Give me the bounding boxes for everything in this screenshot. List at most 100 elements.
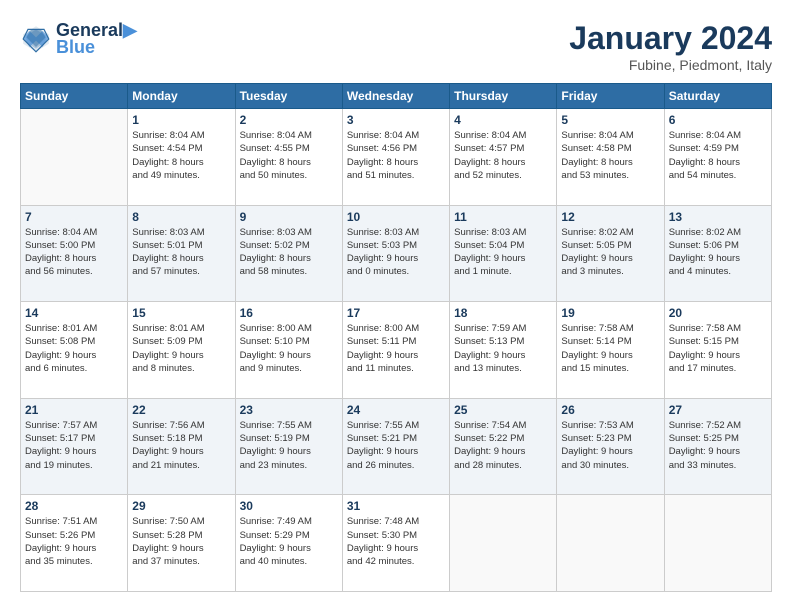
day-number: 19 bbox=[561, 306, 659, 320]
day-number: 6 bbox=[669, 113, 767, 127]
calendar-table: Sunday Monday Tuesday Wednesday Thursday… bbox=[20, 83, 772, 592]
calendar-cell: 12 Sunrise: 8:02 AM Sunset: 5:05 PM Dayli… bbox=[557, 205, 664, 302]
day-info: Sunrise: 8:03 AM Sunset: 5:04 PM Dayligh… bbox=[454, 226, 552, 279]
day-info: Sunrise: 8:03 AM Sunset: 5:01 PM Dayligh… bbox=[132, 226, 230, 279]
calendar-cell bbox=[21, 109, 128, 206]
calendar-cell: 15 Sunrise: 8:01 AM Sunset: 5:09 PM Dayli… bbox=[128, 302, 235, 399]
location: Fubine, Piedmont, Italy bbox=[569, 57, 772, 73]
calendar-cell: 25 Sunrise: 7:54 AM Sunset: 5:22 PM Dayli… bbox=[450, 398, 557, 495]
calendar-cell: 27 Sunrise: 7:52 AM Sunset: 5:25 PM Dayli… bbox=[664, 398, 771, 495]
day-info: Sunrise: 8:04 AM Sunset: 4:56 PM Dayligh… bbox=[347, 129, 445, 182]
calendar-week-row: 21Sunrise: 7:57 AM Sunset: 5:17 PM Dayli… bbox=[21, 398, 772, 495]
day-number: 15 bbox=[132, 306, 230, 320]
day-info: Sunrise: 8:02 AM Sunset: 5:05 PM Dayligh… bbox=[561, 226, 659, 279]
calendar-cell: 5 Sunrise: 8:04 AM Sunset: 4:58 PM Daylig… bbox=[557, 109, 664, 206]
col-tuesday: Tuesday bbox=[235, 84, 342, 109]
day-info: Sunrise: 8:03 AM Sunset: 5:02 PM Dayligh… bbox=[240, 226, 338, 279]
header: General▶ Blue January 2024 Fubine, Piedm… bbox=[20, 20, 772, 73]
day-number: 17 bbox=[347, 306, 445, 320]
calendar-cell: 31 Sunrise: 7:48 AM Sunset: 5:30 PM Dayli… bbox=[342, 495, 449, 592]
calendar-week-row: 28Sunrise: 7:51 AM Sunset: 5:26 PM Dayli… bbox=[21, 495, 772, 592]
day-info: Sunrise: 8:03 AM Sunset: 5:03 PM Dayligh… bbox=[347, 226, 445, 279]
day-number: 5 bbox=[561, 113, 659, 127]
day-number: 9 bbox=[240, 210, 338, 224]
day-number: 12 bbox=[561, 210, 659, 224]
calendar-cell: 3Sunrise: 8:04 AM Sunset: 4:56 PM Daylig… bbox=[342, 109, 449, 206]
day-number: 4 bbox=[454, 113, 552, 127]
day-number: 18 bbox=[454, 306, 552, 320]
day-number: 13 bbox=[669, 210, 767, 224]
calendar-cell: 2 Sunrise: 8:04 AM Sunset: 4:55 PM Daylig… bbox=[235, 109, 342, 206]
day-number: 22 bbox=[132, 403, 230, 417]
logo-icon bbox=[20, 23, 52, 55]
day-number: 7 bbox=[25, 210, 123, 224]
day-info: Sunrise: 8:02 AM Sunset: 5:06 PM Dayligh… bbox=[669, 226, 767, 279]
day-number: 31 bbox=[347, 499, 445, 513]
day-info: Sunrise: 7:49 AM Sunset: 5:29 PM Dayligh… bbox=[240, 515, 338, 568]
calendar-cell: 8 Sunrise: 8:03 AM Sunset: 5:01 PM Daylig… bbox=[128, 205, 235, 302]
calendar-cell: 11 Sunrise: 8:03 AM Sunset: 5:04 PM Dayli… bbox=[450, 205, 557, 302]
day-number: 11 bbox=[454, 210, 552, 224]
day-info: Sunrise: 8:00 AM Sunset: 5:11 PM Dayligh… bbox=[347, 322, 445, 375]
calendar-cell: 22 Sunrise: 7:56 AM Sunset: 5:18 PM Dayli… bbox=[128, 398, 235, 495]
calendar-cell: 26 Sunrise: 7:53 AM Sunset: 5:23 PM Dayli… bbox=[557, 398, 664, 495]
calendar-week-row: 7 Sunrise: 8:04 AM Sunset: 5:00 PM Daylig… bbox=[21, 205, 772, 302]
calendar-week-row: 1Sunrise: 8:04 AM Sunset: 4:54 PM Daylig… bbox=[21, 109, 772, 206]
day-number: 24 bbox=[347, 403, 445, 417]
calendar-cell: 28Sunrise: 7:51 AM Sunset: 5:26 PM Dayli… bbox=[21, 495, 128, 592]
day-info: Sunrise: 7:58 AM Sunset: 5:14 PM Dayligh… bbox=[561, 322, 659, 375]
day-info: Sunrise: 7:51 AM Sunset: 5:26 PM Dayligh… bbox=[25, 515, 123, 568]
day-number: 27 bbox=[669, 403, 767, 417]
day-number: 20 bbox=[669, 306, 767, 320]
calendar-week-row: 14 Sunrise: 8:01 AM Sunset: 5:08 PM Dayli… bbox=[21, 302, 772, 399]
day-info: Sunrise: 8:04 AM Sunset: 5:00 PM Dayligh… bbox=[25, 226, 123, 279]
calendar-cell: 14 Sunrise: 8:01 AM Sunset: 5:08 PM Dayli… bbox=[21, 302, 128, 399]
calendar-cell bbox=[450, 495, 557, 592]
day-info: Sunrise: 8:01 AM Sunset: 5:08 PM Dayligh… bbox=[25, 322, 123, 375]
calendar-cell: 20 Sunrise: 7:58 AM Sunset: 5:15 PM Dayli… bbox=[664, 302, 771, 399]
day-info: Sunrise: 7:54 AM Sunset: 5:22 PM Dayligh… bbox=[454, 419, 552, 472]
day-number: 25 bbox=[454, 403, 552, 417]
day-info: Sunrise: 8:04 AM Sunset: 4:57 PM Dayligh… bbox=[454, 129, 552, 182]
day-number: 2 bbox=[240, 113, 338, 127]
day-number: 26 bbox=[561, 403, 659, 417]
calendar-cell: 6Sunrise: 8:04 AM Sunset: 4:59 PM Daylig… bbox=[664, 109, 771, 206]
page: General▶ Blue January 2024 Fubine, Piedm… bbox=[0, 0, 792, 612]
day-info: Sunrise: 7:48 AM Sunset: 5:30 PM Dayligh… bbox=[347, 515, 445, 568]
calendar-cell: 18Sunrise: 7:59 AM Sunset: 5:13 PM Dayli… bbox=[450, 302, 557, 399]
calendar-cell: 13 Sunrise: 8:02 AM Sunset: 5:06 PM Dayli… bbox=[664, 205, 771, 302]
col-wednesday: Wednesday bbox=[342, 84, 449, 109]
day-info: Sunrise: 7:56 AM Sunset: 5:18 PM Dayligh… bbox=[132, 419, 230, 472]
day-number: 30 bbox=[240, 499, 338, 513]
day-info: Sunrise: 7:52 AM Sunset: 5:25 PM Dayligh… bbox=[669, 419, 767, 472]
col-thursday: Thursday bbox=[450, 84, 557, 109]
day-info: Sunrise: 8:04 AM Sunset: 4:55 PM Dayligh… bbox=[240, 129, 338, 182]
day-number: 16 bbox=[240, 306, 338, 320]
col-sunday: Sunday bbox=[21, 84, 128, 109]
calendar-cell: 19 Sunrise: 7:58 AM Sunset: 5:14 PM Dayli… bbox=[557, 302, 664, 399]
calendar-cell: 16Sunrise: 8:00 AM Sunset: 5:10 PM Dayli… bbox=[235, 302, 342, 399]
col-friday: Friday bbox=[557, 84, 664, 109]
day-number: 8 bbox=[132, 210, 230, 224]
title-block: January 2024 Fubine, Piedmont, Italy bbox=[569, 20, 772, 73]
day-number: 10 bbox=[347, 210, 445, 224]
day-info: Sunrise: 7:58 AM Sunset: 5:15 PM Dayligh… bbox=[669, 322, 767, 375]
calendar-cell: 9 Sunrise: 8:03 AM Sunset: 5:02 PM Daylig… bbox=[235, 205, 342, 302]
logo-text: General▶ Blue bbox=[56, 20, 137, 58]
calendar-cell: 21Sunrise: 7:57 AM Sunset: 5:17 PM Dayli… bbox=[21, 398, 128, 495]
day-number: 14 bbox=[25, 306, 123, 320]
day-info: Sunrise: 8:04 AM Sunset: 4:58 PM Dayligh… bbox=[561, 129, 659, 182]
calendar-cell: 24Sunrise: 7:55 AM Sunset: 5:21 PM Dayli… bbox=[342, 398, 449, 495]
month-title: January 2024 bbox=[569, 20, 772, 57]
col-saturday: Saturday bbox=[664, 84, 771, 109]
col-monday: Monday bbox=[128, 84, 235, 109]
calendar-cell: 23Sunrise: 7:55 AM Sunset: 5:19 PM Dayli… bbox=[235, 398, 342, 495]
day-info: Sunrise: 7:53 AM Sunset: 5:23 PM Dayligh… bbox=[561, 419, 659, 472]
day-info: Sunrise: 8:04 AM Sunset: 4:54 PM Dayligh… bbox=[132, 129, 230, 182]
day-info: Sunrise: 8:01 AM Sunset: 5:09 PM Dayligh… bbox=[132, 322, 230, 375]
calendar-cell: 30 Sunrise: 7:49 AM Sunset: 5:29 PM Dayli… bbox=[235, 495, 342, 592]
day-number: 21 bbox=[25, 403, 123, 417]
day-info: Sunrise: 7:50 AM Sunset: 5:28 PM Dayligh… bbox=[132, 515, 230, 568]
calendar-cell: 4 Sunrise: 8:04 AM Sunset: 4:57 PM Daylig… bbox=[450, 109, 557, 206]
day-number: 23 bbox=[240, 403, 338, 417]
